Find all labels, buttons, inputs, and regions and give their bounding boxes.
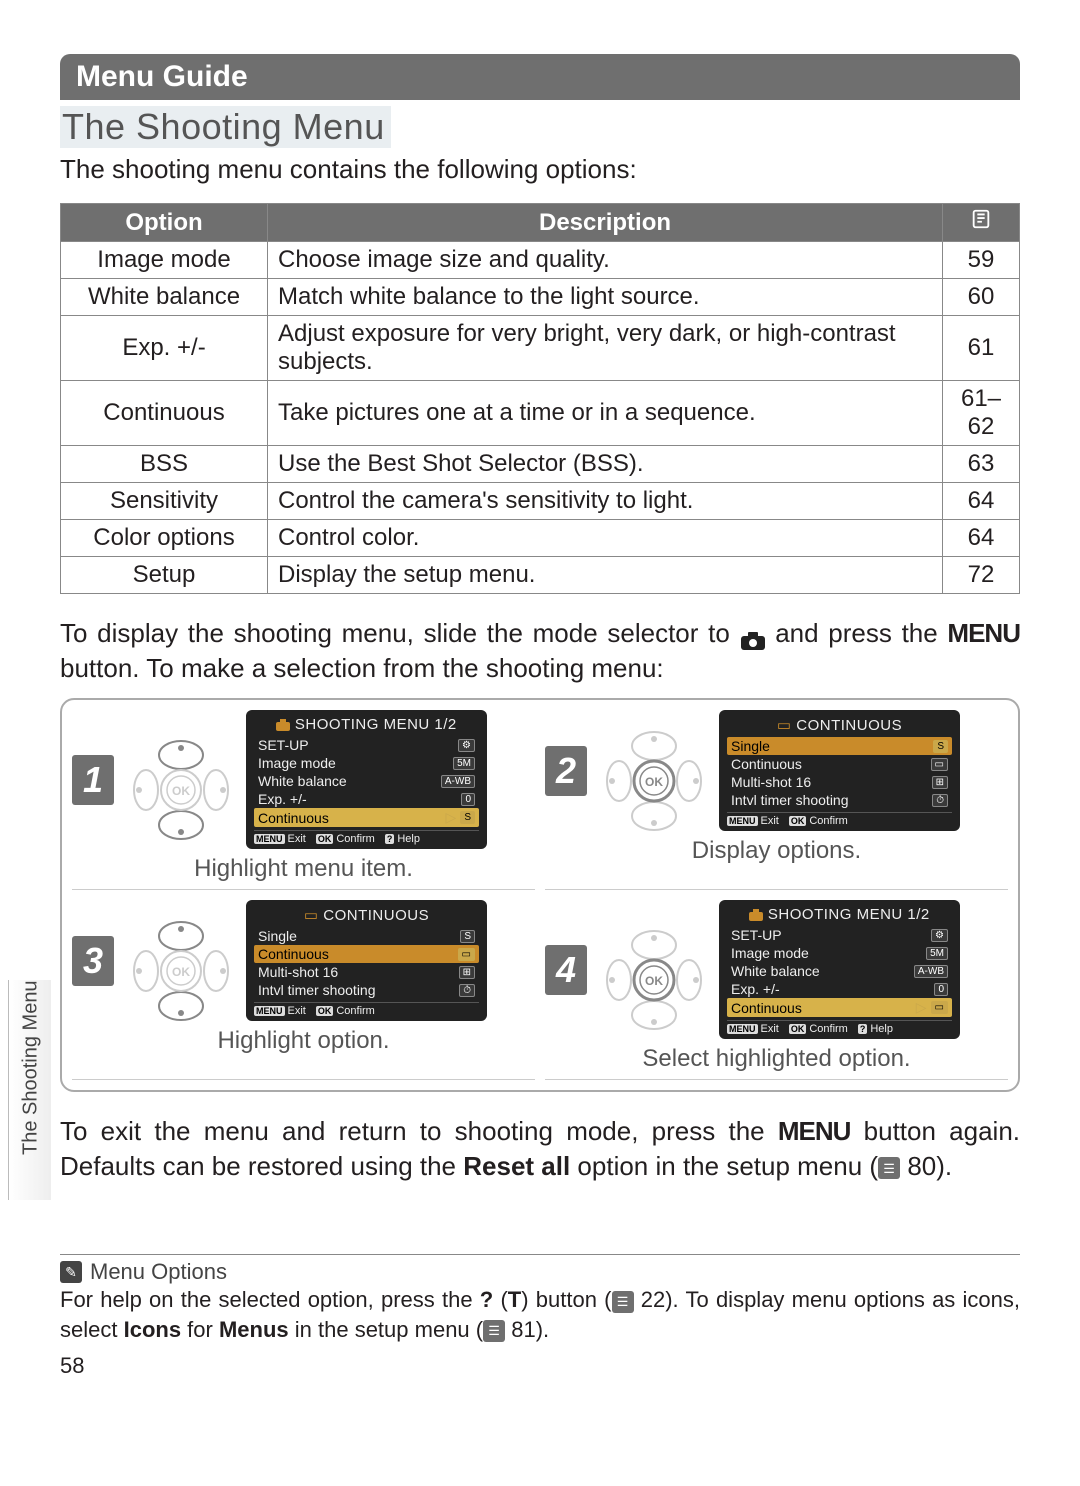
option-description: Choose image size and quality. xyxy=(268,242,943,279)
camera-mode-icon xyxy=(740,625,766,645)
col-option: Option xyxy=(61,204,268,242)
page-ref-icon: ☰ xyxy=(483,1320,505,1342)
step-cell: 4 OK SHOOTING MENU 1/2 SET-UP ⚙ Image mo… xyxy=(545,900,1008,1080)
table-row: Image modeChoose image size and quality.… xyxy=(61,242,1020,279)
lcd-menu-item: Intvl timer shooting ⏱ xyxy=(254,981,479,999)
option-page: 63 xyxy=(943,446,1020,483)
option-page: 72 xyxy=(943,557,1020,594)
lcd-menu-item: Single S xyxy=(727,737,952,755)
option-description: Control color. xyxy=(268,520,943,557)
table-row: ContinuousTake pictures one at a time or… xyxy=(61,381,1020,446)
option-page: 61 xyxy=(943,316,1020,381)
lcd-screen: ▭ CONTINUOUS Single S Continuous ▭ Multi… xyxy=(246,900,487,1021)
option-name: BSS xyxy=(61,446,268,483)
table-row: BSSUse the Best Shot Selector (BSS).63 xyxy=(61,446,1020,483)
step-number: 2 xyxy=(545,746,587,796)
table-row: SensitivityControl the camera's sensitiv… xyxy=(61,483,1020,520)
option-description: Match white balance to the light source. xyxy=(268,279,943,316)
option-name: Setup xyxy=(61,557,268,594)
dpad-icon: OK xyxy=(599,910,709,1030)
lcd-menu-item: Exp. +/- 0 xyxy=(254,790,479,808)
lcd-menu-item: White balance A-WB xyxy=(727,962,952,980)
table-row: Exp. +/-Adjust exposure for very bright,… xyxy=(61,316,1020,381)
step-number: 1 xyxy=(72,755,114,805)
lcd-menu-item: Image mode 5M xyxy=(254,754,479,772)
lcd-menu-item: White balance A-WB xyxy=(254,772,479,790)
instruction-paragraph-2: To exit the menu and return to shooting … xyxy=(60,1114,1020,1184)
options-table: Option Description Image modeChoose imag… xyxy=(60,203,1020,594)
option-name: Image mode xyxy=(61,242,268,279)
svg-text:OK: OK xyxy=(172,965,190,979)
menu-guide-heading: Menu Guide xyxy=(60,54,1020,100)
lcd-menu-item: Intvl timer shooting ⏱ xyxy=(727,791,952,809)
lcd-menu-item: Continuous ▷▭ xyxy=(727,998,952,1017)
lcd-menu-item: SET-UP ⚙ xyxy=(254,736,479,754)
option-name: White balance xyxy=(61,279,268,316)
lcd-menu-item: SET-UP ⚙ xyxy=(727,926,952,944)
step-number: 4 xyxy=(545,945,587,995)
option-name: Exp. +/- xyxy=(61,316,268,381)
table-row: Color optionsControl color.64 xyxy=(61,520,1020,557)
lcd-menu-item: Continuous ▭ xyxy=(727,755,952,773)
svg-text:OK: OK xyxy=(645,775,663,789)
option-description: Control the camera's sensitivity to ligh… xyxy=(268,483,943,520)
lcd-screen: SHOOTING MENU 1/2 SET-UP ⚙ Image mode 5M… xyxy=(246,710,487,849)
option-page: 64 xyxy=(943,520,1020,557)
step-caption: Select highlighted option. xyxy=(545,1045,1008,1073)
dpad-icon: OK xyxy=(126,720,236,840)
tip-heading: ✎ Menu Options xyxy=(60,1254,1020,1285)
option-name: Sensitivity xyxy=(61,483,268,520)
lcd-menu-item: Multi-shot 16 ⊞ xyxy=(254,963,479,981)
section-title: The Shooting Menu xyxy=(60,106,391,148)
lcd-menu-item: Single S xyxy=(254,927,479,945)
lcd-menu-item: Continuous ▷S xyxy=(254,808,479,827)
step-caption: Display options. xyxy=(545,837,1008,865)
option-page: 60 xyxy=(943,279,1020,316)
col-description: Description xyxy=(268,204,943,242)
svg-text:OK: OK xyxy=(172,784,190,798)
lcd-screen: ▭ CONTINUOUS Single S Continuous ▭ Multi… xyxy=(719,710,960,831)
svg-text:OK: OK xyxy=(645,974,663,988)
lcd-menu-item: Image mode 5M xyxy=(727,944,952,962)
option-description: Display the setup menu. xyxy=(268,557,943,594)
lcd-menu-item: Continuous ▭ xyxy=(254,945,479,963)
dpad-icon: OK xyxy=(126,901,236,1021)
option-page: 59 xyxy=(943,242,1020,279)
option-description: Take pictures one at a time or in a sequ… xyxy=(268,381,943,446)
page-number: 58 xyxy=(60,1353,1020,1379)
step-caption: Highlight menu item. xyxy=(72,855,535,883)
lcd-menu-item: Exp. +/- 0 xyxy=(727,980,952,998)
option-page: 64 xyxy=(943,483,1020,520)
lcd-screen: SHOOTING MENU 1/2 SET-UP ⚙ Image mode 5M… xyxy=(719,900,960,1039)
col-page-ref-icon xyxy=(943,204,1020,242)
step-cell: 3 OK ▭ CONTINUOUS Single S Continuous ▭ … xyxy=(72,900,535,1080)
steps-grid: 1 OK SHOOTING MENU 1/2 SET-UP ⚙ Image mo… xyxy=(60,698,1020,1092)
table-row: White balanceMatch white balance to the … xyxy=(61,279,1020,316)
page-ref-icon: ☰ xyxy=(612,1291,634,1313)
step-cell: 1 OK SHOOTING MENU 1/2 SET-UP ⚙ Image mo… xyxy=(72,710,535,890)
step-caption: Highlight option. xyxy=(72,1027,535,1055)
option-name: Continuous xyxy=(61,381,268,446)
tip-body: For help on the selected option, press t… xyxy=(60,1285,1020,1344)
tip-icon: ✎ xyxy=(60,1261,82,1283)
step-number: 3 xyxy=(72,936,114,986)
section-intro: The shooting menu contains the following… xyxy=(60,154,1020,185)
instruction-paragraph-1: To display the shooting menu, slide the … xyxy=(60,616,1020,686)
step-cell: 2 OK ▭ CONTINUOUS Single S Continuous ▭ … xyxy=(545,710,1008,890)
page-ref-icon: ☰ xyxy=(878,1157,900,1179)
side-tab-label: The Shooting Menu xyxy=(8,980,51,1200)
option-description: Use the Best Shot Selector (BSS). xyxy=(268,446,943,483)
menu-button-label: MENU xyxy=(947,618,1020,648)
option-name: Color options xyxy=(61,520,268,557)
option-description: Adjust exposure for very bright, very da… xyxy=(268,316,943,381)
lcd-menu-item: Multi-shot 16 ⊞ xyxy=(727,773,952,791)
option-page: 61–62 xyxy=(943,381,1020,446)
table-row: SetupDisplay the setup menu.72 xyxy=(61,557,1020,594)
dpad-icon: OK xyxy=(599,711,709,831)
